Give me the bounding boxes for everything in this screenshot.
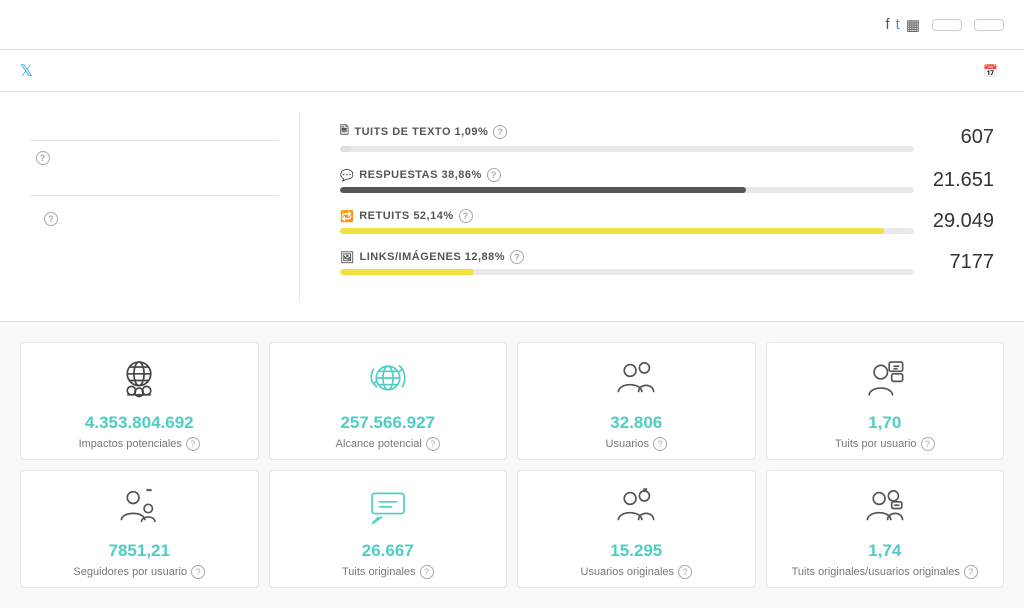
stat-row-left: 🖹 TUITS DE TEXTO 1,09% ? [340,122,914,152]
metric-label: Usuarios ? [606,437,667,451]
progress-bar-bg [340,187,914,193]
metric-help-icon[interactable]: ? [964,565,978,579]
stat-value: 21.651 [924,169,994,192]
stat-row-left: 💬 RESPUESTAS 38,86% ? [340,168,914,193]
users-icon [615,357,657,405]
date-range: 📅 [983,64,1004,78]
metric-value: 4.353.804.692 [85,413,194,433]
original-tweets-icon [367,485,409,533]
tweets-user-icon [864,357,906,405]
metric-help-icon[interactable]: ? [426,437,440,451]
economic-help-icon[interactable]: ? [44,212,58,226]
metric-label: Tuits por usuario ? [835,437,935,451]
main-content: ? ? 🖹 TUITS DE TEXTO 1,09% ? 607 💬 [0,92,1024,321]
metric-card: 15.295 Usuarios originales ? [517,470,756,588]
share-link-icon[interactable]: ▦ [906,16,920,34]
left-panel: ? ? [20,112,300,301]
progress-bar-fill [340,187,746,193]
progress-bar-fill [340,146,351,152]
header: f t ▦ [0,0,1024,50]
progress-bar-bg [340,146,914,152]
header-right: f t ▦ [873,16,1004,34]
stat-help-icon[interactable]: ? [493,125,507,139]
stat-help-icon[interactable]: ? [459,209,473,223]
metric-card: 7851,21 Seguidores por usuario ? [20,470,259,588]
total-tweets-label: ? [30,140,279,165]
metric-value: 257.566.927 [340,413,435,433]
stat-row: 🔁 RETUITS 52,14% ? 29.049 [340,209,994,234]
metric-card: 1,74 Tuits originales/usuarios originale… [766,470,1005,588]
bottom-grid: 4.353.804.692 Impactos potenciales ? 257… [0,321,1024,608]
metric-help-icon[interactable]: ? [678,565,692,579]
total-tweets-help-icon[interactable]: ? [36,151,50,165]
stat-title: 💬 RESPUESTAS 38,86% ? [340,168,914,182]
stat-value: 607 [924,126,994,149]
stat-row-left: 🔁 RETUITS 52,14% ? [340,209,914,234]
globe-users-icon [118,357,160,405]
original-tweets-users-icon [864,485,906,533]
metric-value: 26.667 [362,541,414,561]
economic-value-section: ? [30,195,279,226]
metric-help-icon[interactable]: ? [653,437,667,451]
metric-label: Impactos potenciales ? [79,437,200,451]
estadisticas-button[interactable] [974,19,1004,31]
metric-card: 32.806 Usuarios ? [517,342,756,460]
sub-header: 𝕏 📅 [0,50,1024,92]
progress-bar-fill [340,228,884,234]
social-icons: f t ▦ [885,16,920,34]
stat-value: 29.049 [924,210,994,233]
followers-user-icon [118,485,160,533]
twitter-bird-icon: 𝕏 [20,61,33,81]
metric-card: 4.353.804.692 Impactos potenciales ? [20,342,259,460]
economic-amount: ? [40,212,58,226]
english-button[interactable] [932,19,962,31]
calendar-icon: 📅 [983,64,998,78]
metric-label: Usuarios originales ? [580,565,692,579]
metric-label: Tuits originales ? [342,565,434,579]
progress-bar-fill [340,269,474,275]
metric-help-icon[interactable]: ? [921,437,935,451]
stat-help-icon[interactable]: ? [510,250,524,264]
metric-help-icon[interactable]: ? [191,565,205,579]
stat-row: 💬 RESPUESTAS 38,86% ? 21.651 [340,168,994,193]
stat-row-left: 🖼 LINKS/IMÁGENES 12,88% ? [340,250,914,275]
metric-card: 26.667 Tuits originales ? [269,470,508,588]
progress-bar-bg [340,269,914,275]
twitter-icon[interactable]: t [896,16,900,33]
metric-value: 15.295 [610,541,662,561]
metric-label: Alcance potencial ? [336,437,440,451]
original-users-icon [615,485,657,533]
metric-help-icon[interactable]: ? [420,565,434,579]
metric-value: 32.806 [610,413,662,433]
stat-row: 🖼 LINKS/IMÁGENES 12,88% ? 7177 [340,250,994,275]
stat-help-icon[interactable]: ? [487,168,501,182]
stat-title: 🖼 LINKS/IMÁGENES 12,88% ? [340,250,914,264]
metric-card: 1,70 Tuits por usuario ? [766,342,1005,460]
account-info: 𝕏 [20,61,41,81]
stat-title: 🔁 RETUITS 52,14% ? [340,209,914,223]
stat-row: 🖹 TUITS DE TEXTO 1,09% ? 607 [340,122,994,152]
globe-rotate-icon [367,357,409,405]
metric-label: Seguidores por usuario ? [73,565,205,579]
metric-value: 1,74 [868,541,901,561]
metric-value: 1,70 [868,413,901,433]
right-panel: 🖹 TUITS DE TEXTO 1,09% ? 607 💬 RESPUESTA… [320,112,1004,301]
metric-value: 7851,21 [109,541,170,561]
stat-value: 7177 [924,251,994,274]
metric-help-icon[interactable]: ? [186,437,200,451]
facebook-icon[interactable]: f [885,16,889,33]
progress-bar-bg [340,228,914,234]
metric-label: Tuits originales/usuarios originales ? [792,565,978,579]
stat-title: 🖹 TUITS DE TEXTO 1,09% ? [340,122,914,141]
metric-card: 257.566.927 Alcance potencial ? [269,342,508,460]
